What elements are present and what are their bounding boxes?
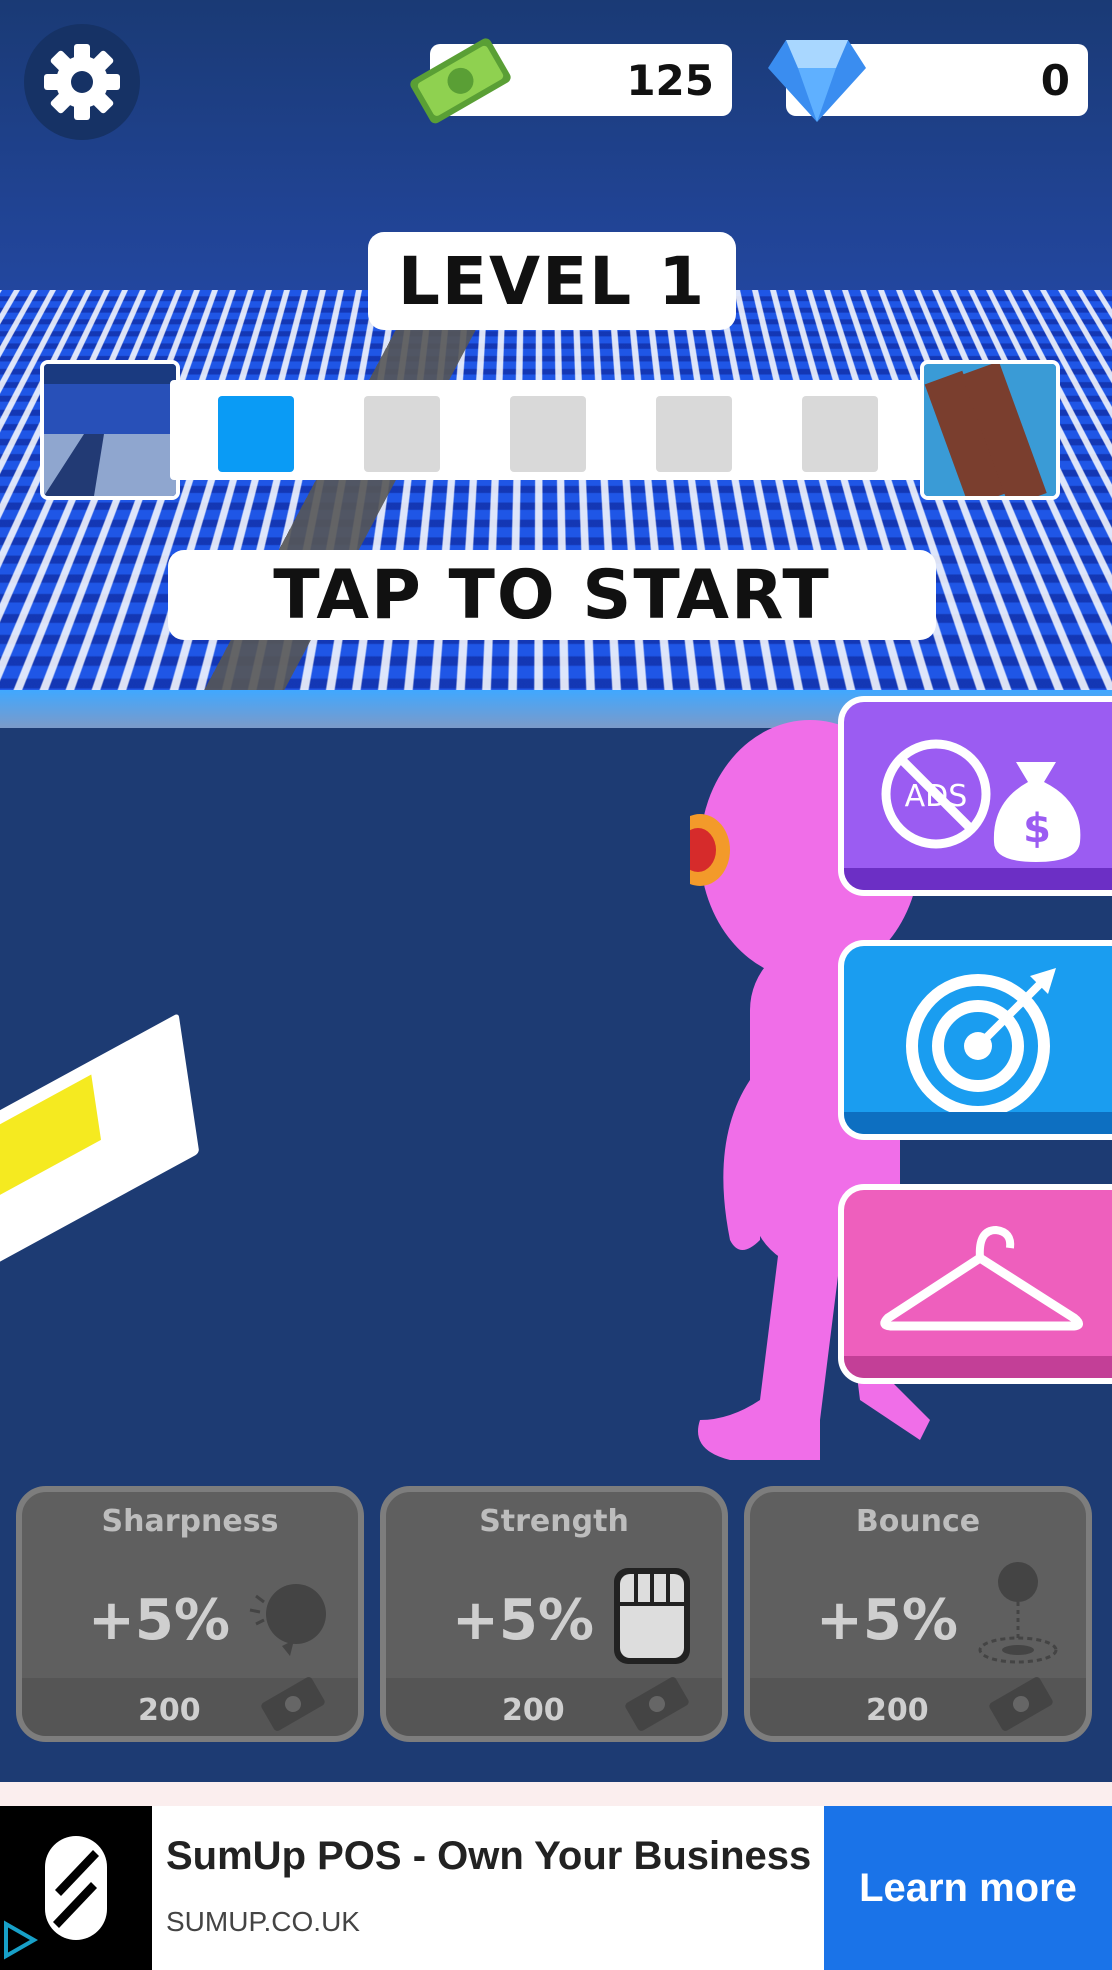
ad-banner[interactable]: SumUp POS - Own Your Business SUMUP.CO.U… [0,1806,1112,1970]
stage-indicator [802,396,878,472]
upgrade-card-bounce[interactable]: Bounce +5% 200 [744,1486,1092,1742]
cash-icon [261,1677,325,1731]
stage-indicator [218,396,294,472]
ad-divider [0,1782,1112,1806]
level-progress [40,360,1060,502]
ad-choices-icon[interactable] [2,1920,38,1960]
button-lip [844,868,1112,890]
ad-domain: SUMUP.CO.UK [166,1906,360,1937]
fist-icon [614,1568,690,1664]
upgrade-label: Sharpness [101,1504,279,1539]
svg-text:$: $ [1023,806,1051,852]
upgrade-bonus: +5% [88,1588,230,1653]
gear-icon [44,44,120,120]
no-ads-money-bag-icon: ADS $ [881,739,1081,862]
tap-to-start-button[interactable]: TAP TO START [168,550,936,640]
cash-icon [989,1677,1053,1731]
goal-stage-thumbnail [920,360,1060,500]
popped-balloon-icon [249,1584,326,1656]
cash-icon [625,1677,689,1731]
button-lip [844,1112,1112,1134]
hanger-icon [880,1225,1083,1331]
target-dart-icon [906,968,1056,1118]
start-stage-thumbnail [40,360,180,500]
learn-more-button[interactable]: Learn more [824,1806,1112,1970]
stage-indicator [364,396,440,472]
cash-amount: 125 [626,55,714,105]
stage-indicator [656,396,732,472]
upgrade-label: Strength [479,1504,629,1539]
level-title: LEVEL 1 [368,232,736,330]
upgrade-card-sharpness[interactable]: Sharpness +5% 200 [16,1486,364,1742]
upgrade-cost: 200 [502,1693,565,1728]
skins-button[interactable] [838,1184,1112,1384]
upgrade-cost: 200 [866,1693,929,1728]
button-lip [844,1356,1112,1378]
upgrade-card-strength[interactable]: Strength +5% 200 [380,1486,728,1742]
ad-title[interactable]: SumUp POS - Own Your Business [166,1834,811,1879]
cash-icon [410,38,511,124]
upgrade-cost: 200 [138,1693,201,1728]
stage-indicator [510,396,586,472]
target-button[interactable] [838,940,1112,1140]
upgrade-bonus: +5% [452,1588,594,1653]
gem-amount: 0 [1040,55,1070,105]
upgrade-bonus: +5% [816,1588,958,1653]
diamond-icon [768,40,866,122]
upgrade-label: Bounce [855,1504,981,1539]
bouncing-ball-icon [978,1562,1058,1664]
no-ads-offer-button[interactable]: ADS $ [838,696,1112,896]
settings-button[interactable] [24,24,140,140]
